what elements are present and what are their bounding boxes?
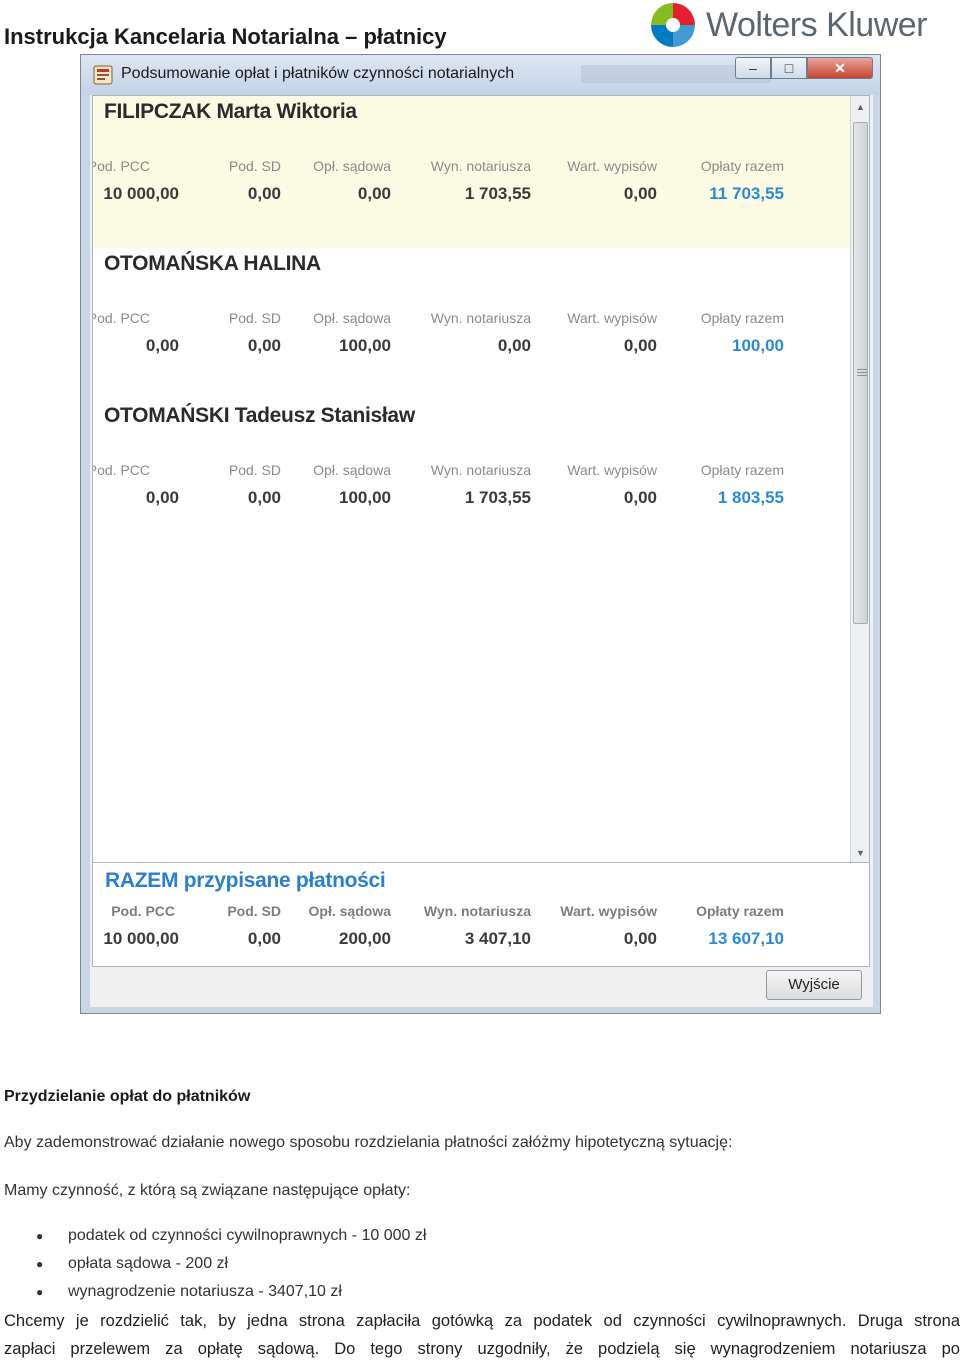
- value-pod-pcc: 0,00: [145, 488, 179, 507]
- col-header-pod-sd: Pod. SD: [228, 310, 281, 326]
- value-wart-wypisow: 0,00: [623, 184, 657, 203]
- scrollbar-grip-icon: — — —: [857, 364, 867, 381]
- total-pod-pcc: 10 000,00: [103, 929, 179, 948]
- payers-list[interactable]: FILIPCZAK Marta Wiktoria Pod. PCC Pod. S…: [92, 95, 870, 865]
- scroll-down-arrow-icon[interactable]: ▼: [851, 844, 869, 862]
- wolters-kluwer-logo: Wolters Kluwer: [648, 0, 948, 50]
- total-opl-sadowa: 200,00: [339, 929, 391, 948]
- col-header-pod-pcc: Pod. PCC: [92, 310, 150, 326]
- col-header-wyn-notariusza: Wyn. notariusza: [430, 310, 531, 326]
- totals-panel: RAZEM przypisane płatności Pod. PCC Pod.…: [92, 862, 870, 967]
- window-titlebar[interactable]: Podsumowanie opłat i płatników czynności…: [81, 55, 880, 95]
- value-pod-pcc: 10 000,00: [103, 184, 179, 203]
- value-wart-wypisow: 0,00: [623, 336, 657, 355]
- totals-title: RAZEM przypisane płatności: [105, 869, 386, 892]
- value-opl-sadowa: 0,00: [357, 184, 391, 203]
- col-header-opl-sadowa: Opł. sądowa: [313, 462, 391, 478]
- col-header-pod-sd: Pod. SD: [228, 462, 281, 478]
- col-header-pod-sd: Pod. SD: [228, 158, 281, 174]
- paragraph-split-line-2: zapłaci przelewem za opłatę sądową. Do t…: [4, 1340, 960, 1358]
- col-header-wyn-notariusza: Wyn. notariusza: [430, 158, 531, 174]
- total-oplaty-razem: 13 607,10: [708, 929, 784, 948]
- value-wyn-notariusza: 0,00: [497, 336, 531, 355]
- list-item-text: podatek od czynności cywilnoprawnych - 1…: [68, 1227, 427, 1244]
- col-header-wart-wypisow: Wart. wypisów: [567, 462, 657, 478]
- window-title: Podsumowanie opłat i płatników czynności…: [121, 65, 515, 82]
- col-header-oplaty-razem: Opłaty razem: [700, 158, 784, 174]
- minimize-button[interactable]: –: [735, 57, 771, 79]
- col-header-pod-pcc: Pod. PCC: [111, 903, 175, 919]
- fees-summary-window: Podsumowanie opłat i płatników czynności…: [80, 54, 881, 1014]
- value-pod-pcc: 0,00: [145, 336, 179, 355]
- value-wyn-notariusza: 1 703,55: [464, 184, 531, 203]
- col-header-wyn-notariusza: Wyn. notariusza: [430, 462, 531, 478]
- col-header-oplaty-razem: Opłaty razem: [700, 310, 784, 326]
- col-header-opl-sadowa: Opł. sądowa: [313, 158, 391, 174]
- total-wart-wypisow: 0,00: [623, 929, 657, 948]
- col-header-oplaty-razem: Opłaty razem: [696, 903, 784, 919]
- col-header-wyn-notariusza: Wyn. notariusza: [423, 903, 531, 919]
- total-pod-sd: 0,00: [247, 929, 281, 948]
- maximize-button[interactable]: □: [771, 57, 807, 79]
- payer-name: OTOMAŃSKI Tadeusz Stanisław: [104, 404, 415, 427]
- value-oplaty-razem: 100,00: [732, 336, 784, 355]
- payer-name: OTOMAŃSKA HALINA: [104, 252, 321, 275]
- logo-text: Wolters Kluwer: [706, 6, 928, 44]
- list-item-text: wynagrodzenie notariusza - 3407,10 zł: [68, 1283, 342, 1300]
- value-oplaty-razem: 11 703,55: [709, 184, 784, 203]
- value-pod-sd: 0,00: [247, 488, 281, 507]
- scrollbar-thumb[interactable]: — — —: [853, 122, 868, 624]
- col-header-pod-pcc: Pod. PCC: [92, 158, 150, 174]
- value-oplaty-razem: 1 803,55: [717, 488, 784, 507]
- paragraph-fees-intro: Mamy czynność, z którą są związane nastę…: [4, 1182, 411, 1199]
- bullet-icon: ●: [36, 1257, 44, 1271]
- document-title: Instrukcja Kancelaria Notarialna – płatn…: [4, 24, 447, 49]
- window-client-area: FILIPCZAK Marta Wiktoria Pod. PCC Pod. S…: [90, 95, 873, 1007]
- vertical-scrollbar[interactable]: ▲ — — — ▼: [850, 96, 869, 864]
- value-opl-sadowa: 100,00: [339, 336, 391, 355]
- payer-card[interactable]: OTOMAŃSKI Tadeusz Stanisław Pod. PCC Pod…: [93, 400, 850, 552]
- exit-button[interactable]: Wyjście: [766, 970, 862, 1000]
- wolters-kluwer-logo-icon: [651, 3, 695, 47]
- value-wyn-notariusza: 1 703,55: [464, 488, 531, 507]
- col-header-opl-sadowa: Opł. sądowa: [308, 903, 391, 919]
- col-header-pod-sd: Pod. SD: [227, 903, 281, 919]
- payer-name: FILIPCZAK Marta Wiktoria: [104, 100, 357, 123]
- payer-card[interactable]: OTOMAŃSKA HALINA Pod. PCC Pod. SD Opł. s…: [93, 248, 850, 400]
- list-item-text: opłata sądowa - 200 zł: [68, 1255, 229, 1272]
- col-header-pod-pcc: Pod. PCC: [92, 462, 150, 478]
- value-pod-sd: 0,00: [247, 336, 281, 355]
- bullet-icon: ●: [36, 1285, 44, 1299]
- value-opl-sadowa: 100,00: [339, 488, 391, 507]
- col-header-oplaty-razem: Opłaty razem: [700, 462, 784, 478]
- value-wart-wypisow: 0,00: [623, 488, 657, 507]
- payer-card[interactable]: FILIPCZAK Marta Wiktoria Pod. PCC Pod. S…: [93, 96, 850, 248]
- value-pod-sd: 0,00: [247, 184, 281, 203]
- list-item: ● opłata sądowa - 200 zł: [36, 1255, 228, 1273]
- list-item: ● podatek od czynności cywilnoprawnych - …: [36, 1227, 426, 1245]
- close-button[interactable]: ✕: [807, 57, 873, 79]
- col-header-wart-wypisow: Wart. wypisów: [567, 158, 657, 174]
- total-wyn-notariusza: 3 407,10: [464, 929, 531, 948]
- section-title: Przydzielanie opłat do płatników: [4, 1088, 251, 1105]
- scroll-up-arrow-icon[interactable]: ▲: [851, 98, 869, 116]
- col-header-wart-wypisow: Wart. wypisów: [560, 903, 657, 919]
- paragraph-split-line-1: Chcemy je rozdzielić tak, by jedna stron…: [4, 1312, 960, 1330]
- col-header-wart-wypisow: Wart. wypisów: [567, 310, 657, 326]
- list-item: ● wynagrodzenie notariusza - 3407,10 zł: [36, 1283, 342, 1301]
- paragraph-intro: Aby zademonstrować działanie nowego spos…: [4, 1134, 733, 1151]
- col-header-opl-sadowa: Opł. sądowa: [313, 310, 391, 326]
- bullet-icon: ●: [36, 1229, 44, 1243]
- app-icon: [93, 65, 113, 85]
